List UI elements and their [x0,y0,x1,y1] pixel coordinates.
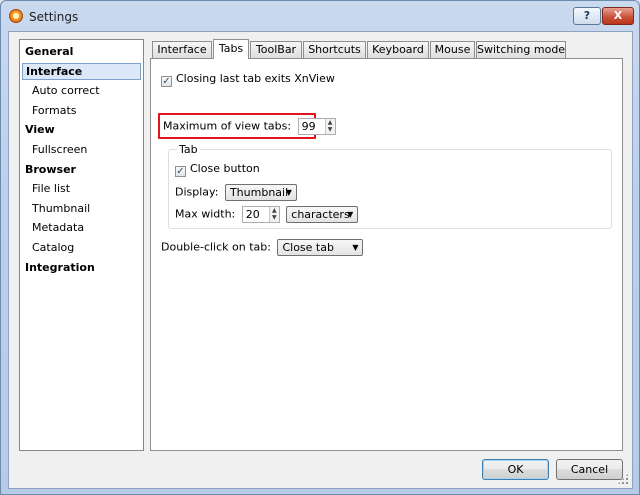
max-view-tabs-value: 99 [301,120,316,133]
tab-toolbar[interactable]: ToolBar [250,41,302,58]
double-click-row: Double-click on tab: Close tab ▼ [161,239,364,256]
display-value: Thumbnail [229,186,289,199]
sidebar-item-file-list[interactable]: File list [22,180,141,197]
double-click-label: Double-click on tab: [161,240,271,254]
sidebar-item-integration[interactable]: Integration [22,259,141,276]
settings-category-tree: General Interface Auto correct Formats View F… [19,39,144,451]
window-title: Settings [29,10,79,24]
close-button-checkbox[interactable]: ✓ [175,166,186,177]
dialog-client-area: General Interface Auto correct Formats View F… [8,31,633,489]
tab-tabs[interactable]: Tabs [213,39,249,59]
max-width-spinner[interactable]: 20 ▲ ▼ [241,206,280,223]
sidebar-item-thumbnail[interactable]: Thumbnail [22,200,141,217]
sidebar-item-interface[interactable]: Interface [22,62,141,80]
chevron-down-icon: ▼ [347,210,354,219]
max-width-label: Max width: [175,207,236,221]
max-view-tabs-spinner[interactable]: 99 ▲ ▼ [297,118,336,135]
max-width-row: Max width: 20 ▲ ▼ characters ▼ [175,206,359,223]
chevron-down-icon: ▼ [352,243,359,252]
tab-mouse[interactable]: Mouse [430,41,475,58]
close-button-option[interactable]: ✓ Close button [175,162,260,177]
sidebar-item-auto-correct[interactable]: Auto correct [22,82,141,99]
sidebar-item-metadata[interactable]: Metadata [22,219,141,236]
help-button[interactable]: ? [573,7,601,25]
max-width-unit-dropdown[interactable]: characters ▼ [286,206,359,223]
settings-window: Settings ? X General Interface Auto correc… [0,0,640,495]
display-row: Display: Thumbnail ▼ [175,184,297,201]
max-width-unit-value: characters [291,208,350,221]
display-dropdown[interactable]: Thumbnail ▼ [224,184,297,201]
tabs-settings-panel: ✓ Closing last tab exits XnView Maximum o… [150,58,623,451]
spin-arrows-icon[interactable]: ▲ ▼ [268,207,279,222]
cancel-button[interactable]: Cancel [556,459,623,480]
ok-button[interactable]: OK [482,459,549,480]
display-label: Display: [175,185,219,199]
chevron-down-icon: ▼ [285,188,292,197]
tab-switching-mode[interactable]: Switching mode [476,41,566,58]
title-bar: Settings ? X [1,1,639,31]
sidebar-item-catalog[interactable]: Catalog [22,239,141,256]
tab-shortcuts[interactable]: Shortcuts [303,41,366,58]
closing-last-tab-label: Closing last tab exits XnView [176,72,335,85]
tab-interface[interactable]: Interface [152,41,212,58]
xnview-app-icon [9,9,23,23]
close-button-label: Close button [190,162,260,175]
tab-group-box: Tab ✓ Close button Display: Thumbnail ▼ M… [168,143,612,229]
sidebar-item-fullscreen[interactable]: Fullscreen [22,141,141,158]
max-view-tabs-row: Maximum of view tabs: 99 ▲ ▼ [163,118,336,135]
double-click-value: Close tab [282,241,334,254]
sidebar-item-formats[interactable]: Formats [22,102,141,119]
spin-arrows-icon[interactable]: ▲ ▼ [324,119,335,134]
sidebar-item-general[interactable]: General [22,43,141,60]
closing-last-tab-option[interactable]: ✓ Closing last tab exits XnView [161,72,335,87]
max-width-value: 20 [245,208,260,221]
sidebar-item-browser[interactable]: Browser [22,161,141,178]
closing-last-tab-checkbox[interactable]: ✓ [161,76,172,87]
double-click-dropdown[interactable]: Close tab ▼ [277,239,364,256]
tab-keyboard[interactable]: Keyboard [367,41,429,58]
settings-tabs: Interface Tabs ToolBar Shortcuts Keyboard Mou… [152,39,622,59]
tab-group-title: Tab [177,143,200,156]
sidebar-item-view[interactable]: View [22,121,141,138]
max-view-tabs-label: Maximum of view tabs: [163,119,292,133]
close-window-button[interactable]: X [602,7,634,25]
